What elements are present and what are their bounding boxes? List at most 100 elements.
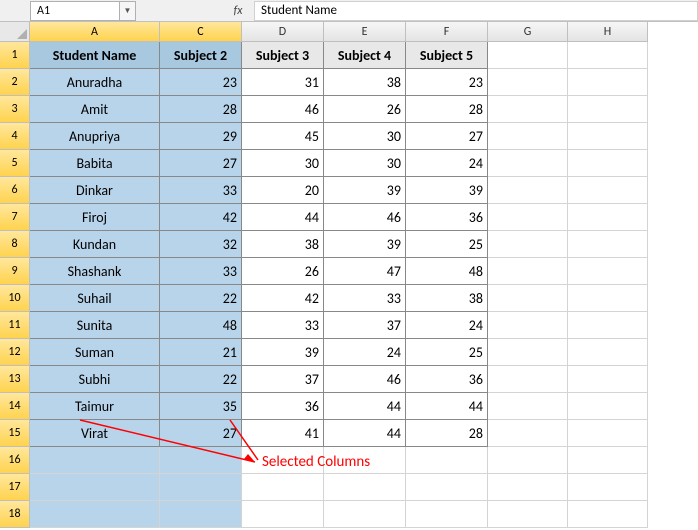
cell-value[interactable]: 22 xyxy=(160,366,242,393)
cell-value[interactable]: 27 xyxy=(406,123,488,150)
name-box-dropdown[interactable]: ▼ xyxy=(120,1,136,21)
cell-name[interactable]: Suman xyxy=(30,339,160,366)
cell-value[interactable]: 48 xyxy=(160,312,242,339)
cell[interactable] xyxy=(568,366,648,393)
fx-label[interactable]: fx xyxy=(226,4,250,18)
cell-value[interactable]: 33 xyxy=(324,285,406,312)
cell-value[interactable]: 39 xyxy=(242,339,324,366)
row-header[interactable]: 16 xyxy=(0,447,30,474)
cell[interactable] xyxy=(568,177,648,204)
cell-name[interactable]: Amit xyxy=(30,96,160,123)
cell[interactable] xyxy=(488,285,568,312)
cell[interactable] xyxy=(406,474,488,501)
cell[interactable] xyxy=(30,474,160,501)
cell-value[interactable]: 44 xyxy=(406,393,488,420)
cell[interactable] xyxy=(568,393,648,420)
cell-value[interactable]: 39 xyxy=(406,177,488,204)
col-header-f[interactable]: F xyxy=(406,22,488,42)
cell-value[interactable]: 41 xyxy=(242,420,324,447)
cell-value[interactable]: 36 xyxy=(242,393,324,420)
cell[interactable] xyxy=(568,150,648,177)
cell-header[interactable]: Subject 5 xyxy=(406,42,488,69)
row-header[interactable]: 13 xyxy=(0,366,30,393)
cell[interactable] xyxy=(568,420,648,447)
cell[interactable] xyxy=(488,420,568,447)
cell-value[interactable]: 33 xyxy=(160,177,242,204)
cell-value[interactable]: 28 xyxy=(406,420,488,447)
cell[interactable] xyxy=(568,123,648,150)
row-header[interactable]: 12 xyxy=(0,339,30,366)
cell[interactable] xyxy=(160,474,242,501)
cell-name[interactable]: Suhail xyxy=(30,285,160,312)
cell-name[interactable]: Virat xyxy=(30,420,160,447)
row-header[interactable]: 2 xyxy=(0,69,30,96)
col-header-g[interactable]: G xyxy=(488,22,568,42)
name-box[interactable]: A1 xyxy=(30,1,120,21)
cell-value[interactable]: 46 xyxy=(242,96,324,123)
row-header[interactable]: 1 xyxy=(0,42,30,69)
cell-value[interactable]: 36 xyxy=(406,366,488,393)
cell-value[interactable]: 42 xyxy=(242,285,324,312)
cell[interactable] xyxy=(324,447,406,474)
cell[interactable] xyxy=(488,150,568,177)
cell-value[interactable]: 37 xyxy=(242,366,324,393)
cell-value[interactable]: 44 xyxy=(324,393,406,420)
cell-value[interactable]: 37 xyxy=(324,312,406,339)
cell[interactable] xyxy=(568,447,648,474)
cell[interactable] xyxy=(488,474,568,501)
col-header-e[interactable]: E xyxy=(324,22,406,42)
cell-name[interactable]: Dinkar xyxy=(30,177,160,204)
cell[interactable] xyxy=(488,258,568,285)
cell-value[interactable]: 25 xyxy=(406,339,488,366)
row-header[interactable]: 6 xyxy=(0,177,30,204)
cell[interactable] xyxy=(568,69,648,96)
cell-value[interactable]: 27 xyxy=(160,150,242,177)
cell[interactable] xyxy=(488,42,568,69)
row-header[interactable]: 18 xyxy=(0,501,30,528)
cell-header[interactable]: Subject 3 xyxy=(242,42,324,69)
cell-value[interactable]: 24 xyxy=(324,339,406,366)
cell-name[interactable]: Babita xyxy=(30,150,160,177)
row-header[interactable]: 9 xyxy=(0,258,30,285)
row-header[interactable]: 8 xyxy=(0,231,30,258)
cell[interactable] xyxy=(488,312,568,339)
cell-value[interactable]: 44 xyxy=(324,420,406,447)
cell-value[interactable]: 36 xyxy=(406,204,488,231)
cell-value[interactable]: 28 xyxy=(406,96,488,123)
cell[interactable] xyxy=(324,501,406,528)
cell-name[interactable]: Sunita xyxy=(30,312,160,339)
cell-value[interactable]: 25 xyxy=(406,231,488,258)
cell-name[interactable]: Kundan xyxy=(30,231,160,258)
cell[interactable] xyxy=(488,447,568,474)
cell-value[interactable]: 33 xyxy=(160,258,242,285)
cell-value[interactable]: 26 xyxy=(324,96,406,123)
cell[interactable] xyxy=(406,501,488,528)
cell-value[interactable]: 38 xyxy=(324,69,406,96)
cell[interactable] xyxy=(568,474,648,501)
cell[interactable] xyxy=(488,177,568,204)
row-header[interactable]: 5 xyxy=(0,150,30,177)
cell-header[interactable]: Subject 4 xyxy=(324,42,406,69)
cell-value[interactable]: 38 xyxy=(242,231,324,258)
row-header[interactable]: 14 xyxy=(0,393,30,420)
cell-value[interactable]: 23 xyxy=(406,69,488,96)
cell-value[interactable]: 20 xyxy=(242,177,324,204)
col-header-h[interactable]: H xyxy=(568,22,648,42)
cell[interactable] xyxy=(568,285,648,312)
cell[interactable] xyxy=(488,366,568,393)
cell[interactable] xyxy=(324,474,406,501)
cell-value[interactable]: 24 xyxy=(406,312,488,339)
formula-input[interactable]: Student Name xyxy=(254,1,698,21)
cell[interactable] xyxy=(242,474,324,501)
cell-value[interactable]: 38 xyxy=(406,285,488,312)
col-header-a[interactable]: A xyxy=(30,22,160,42)
cell-value[interactable]: 21 xyxy=(160,339,242,366)
cell[interactable] xyxy=(568,339,648,366)
cell-value[interactable]: 24 xyxy=(406,150,488,177)
cell[interactable] xyxy=(488,123,568,150)
cell-header[interactable]: Subject 2 xyxy=(160,42,242,69)
cell[interactable] xyxy=(568,258,648,285)
cell[interactable] xyxy=(30,501,160,528)
row-header[interactable]: 4 xyxy=(0,123,30,150)
cell-value[interactable]: 33 xyxy=(242,312,324,339)
